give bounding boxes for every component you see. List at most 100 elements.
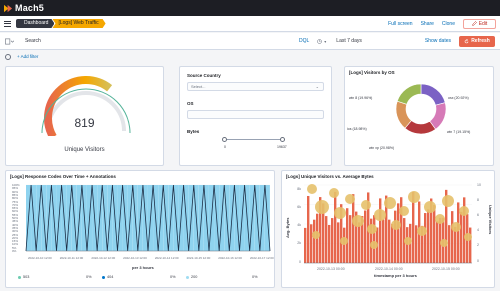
bar-unique-visitors[interactable]	[379, 198, 382, 263]
bar-unique-visitors[interactable]	[424, 213, 427, 263]
bar-unique-visitors[interactable]	[331, 218, 334, 263]
query-bar: Search DQL ▾ Last 7 days Show dates Refr…	[0, 33, 500, 50]
share-link[interactable]: Share	[421, 21, 434, 27]
filter-bar: + Add filter	[0, 51, 500, 62]
bar-unique-visitors[interactable]	[469, 227, 472, 263]
gauge-panel: 819 Unique Visitors	[5, 66, 164, 166]
show-dates-link[interactable]: Show dates	[425, 38, 451, 44]
search-input[interactable]: Search	[25, 38, 255, 44]
bar-unique-visitors[interactable]	[358, 222, 361, 263]
bubble-avg-bytes[interactable]	[312, 231, 320, 239]
edit-label: Edit	[478, 20, 488, 27]
donut-label-osx: osx (20.92%)	[448, 96, 469, 100]
bytes-slider-track[interactable]	[226, 139, 285, 140]
bar-unique-visitors[interactable]	[382, 219, 385, 263]
query-language-toggle[interactable]: DQL	[299, 38, 309, 44]
bubble-avg-bytes[interactable]	[399, 206, 409, 216]
app-name: Mach5	[15, 3, 45, 13]
clone-link[interactable]: Clone	[442, 21, 455, 27]
date-picker-button[interactable]: ▾	[317, 39, 326, 44]
bubble-avg-bytes[interactable]	[307, 184, 317, 194]
bar-unique-visitors[interactable]	[313, 219, 316, 263]
bubble-avg-bytes[interactable]	[408, 191, 420, 203]
bar-unique-visitors[interactable]	[349, 215, 352, 263]
bytes-slider-min-handle[interactable]	[222, 137, 227, 142]
bar-unique-visitors[interactable]	[397, 203, 400, 263]
bar-unique-visitors[interactable]	[388, 219, 391, 263]
donut-label-winxp: win xp (20.98%)	[369, 146, 395, 150]
bar-unique-visitors[interactable]	[334, 191, 337, 263]
time-range-label[interactable]: Last 7 days	[336, 38, 362, 44]
bar-unique-visitors[interactable]	[394, 210, 397, 263]
bubble-avg-bytes[interactable]	[352, 215, 364, 227]
bar-unique-visitors[interactable]	[328, 224, 331, 263]
bubble-avg-bytes[interactable]	[334, 207, 346, 219]
visitors-bytes-chart	[304, 184, 472, 264]
full-screen-link[interactable]: Full screen	[388, 21, 412, 27]
menu-icon[interactable]	[4, 20, 11, 27]
bar-unique-visitors[interactable]	[346, 208, 349, 263]
bubble-avg-bytes[interactable]	[370, 241, 378, 249]
bubble-avg-bytes[interactable]	[315, 200, 329, 214]
bar-unique-visitors[interactable]	[343, 227, 346, 263]
source-country-select[interactable]: Select... ⌄	[187, 82, 324, 91]
legend-item-200[interactable]: 200	[186, 275, 197, 279]
bubble-avg-bytes[interactable]	[435, 214, 445, 224]
bar-unique-visitors[interactable]	[373, 215, 376, 263]
nav-bar: Dashboard [Logs] Web Traffic Full screen…	[0, 16, 500, 32]
bar-unique-visitors[interactable]	[391, 224, 394, 263]
bubble-avg-bytes[interactable]	[451, 222, 461, 232]
bubble-avg-bytes[interactable]	[374, 209, 386, 221]
legend-item-404[interactable]: 404	[102, 275, 113, 279]
bubble-avg-bytes[interactable]	[361, 200, 371, 210]
mach5-logo-icon	[4, 4, 13, 12]
bar-unique-visitors[interactable]	[307, 195, 310, 263]
bubble-avg-bytes[interactable]	[424, 201, 436, 213]
add-filter-link[interactable]: + Add filter	[17, 54, 38, 59]
donut-slice[interactable]	[420, 83, 446, 106]
bubble-avg-bytes[interactable]	[367, 224, 377, 234]
legend-dot-200	[186, 275, 189, 279]
bubble-avg-bytes[interactable]	[384, 197, 396, 209]
breadcrumb-dashboard[interactable]: Dashboard	[16, 19, 54, 28]
y-left-tick: 0	[299, 260, 301, 264]
bubble-avg-bytes[interactable]	[404, 237, 412, 245]
bar-unique-visitors[interactable]	[310, 224, 313, 263]
bar-unique-visitors[interactable]	[454, 226, 457, 263]
bar-unique-visitors[interactable]	[448, 225, 451, 263]
bar-unique-visitors[interactable]	[337, 222, 340, 263]
os-select[interactable]	[187, 110, 324, 119]
bubble-avg-bytes[interactable]	[459, 206, 469, 216]
bar-unique-visitors[interactable]	[433, 205, 436, 263]
refresh-label: Refresh	[471, 38, 490, 44]
x-tick-label: 2022-10-10 12:00	[28, 256, 52, 260]
bar-unique-visitors[interactable]	[352, 194, 355, 263]
bar-unique-visitors[interactable]	[460, 211, 463, 263]
bubble-avg-bytes[interactable]	[442, 195, 454, 207]
bar-unique-visitors[interactable]	[451, 211, 454, 263]
bar-unique-visitors[interactable]	[304, 227, 307, 263]
y-left-tick: 4k	[297, 223, 301, 227]
donut-slice[interactable]	[396, 83, 422, 105]
bar-unique-visitors[interactable]	[427, 209, 430, 263]
bubble-avg-bytes[interactable]	[340, 237, 348, 245]
donut-label-win7: win 7 (19.15%)	[447, 130, 471, 134]
bubble-avg-bytes[interactable]	[464, 233, 472, 241]
legend-item-503[interactable]: 503	[18, 275, 29, 279]
bar-unique-visitors[interactable]	[406, 227, 409, 263]
refresh-button[interactable]: Refresh	[459, 35, 495, 47]
bar-unique-visitors[interactable]	[325, 216, 328, 263]
saved-query-icon[interactable]	[5, 38, 14, 45]
bubble-avg-bytes[interactable]	[440, 239, 448, 247]
bubble-avg-bytes[interactable]	[345, 194, 355, 204]
filter-options-icon[interactable]	[5, 53, 11, 60]
donut-panel: [Logs] Visitors by OS osx (20.92%) win 7…	[344, 66, 494, 166]
bubble-avg-bytes[interactable]	[417, 226, 427, 236]
bar-unique-visitors[interactable]	[364, 210, 367, 263]
edit-button[interactable]: Edit	[463, 18, 496, 29]
bubble-avg-bytes[interactable]	[329, 188, 339, 198]
bytes-slider-max-handle[interactable]	[280, 137, 285, 142]
bar-unique-visitors[interactable]	[436, 221, 439, 263]
x-tick-label: 2022-10-16 12:00	[218, 256, 242, 260]
bubble-avg-bytes[interactable]	[391, 220, 401, 230]
